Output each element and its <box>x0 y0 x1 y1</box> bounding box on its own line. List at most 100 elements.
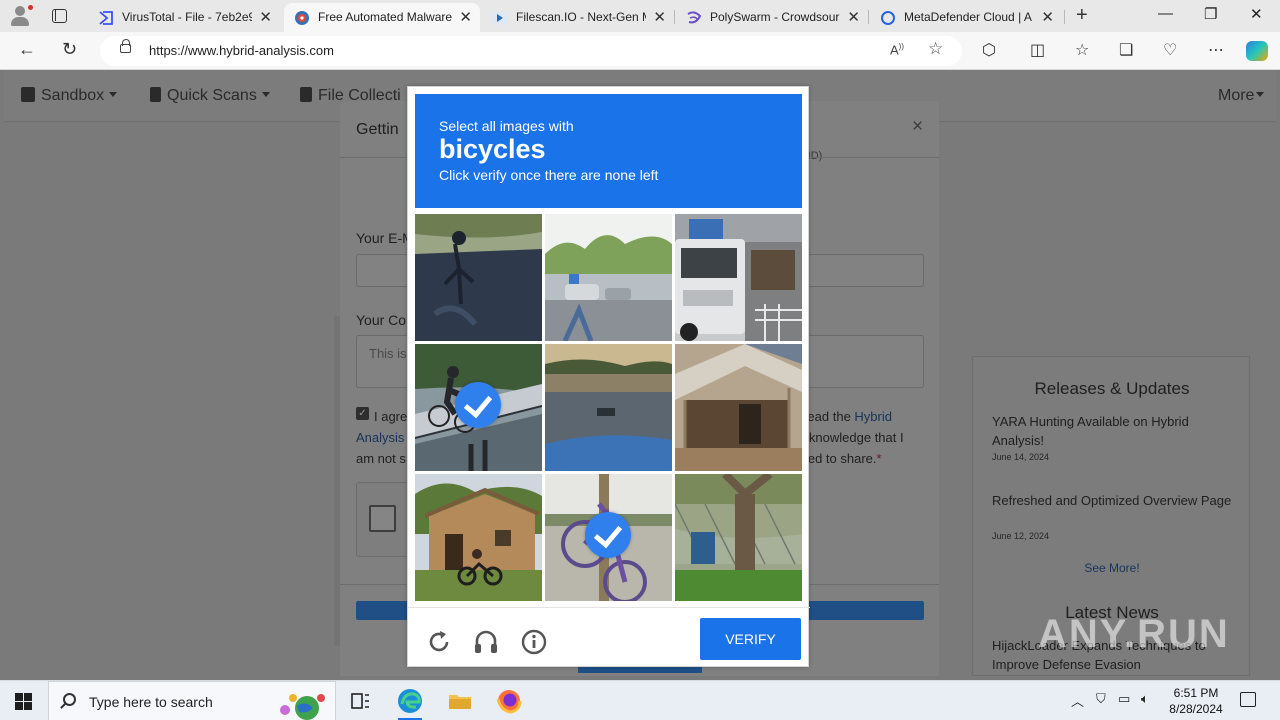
tab-title: Free Automated Malware <box>318 10 452 24</box>
extensions-icon[interactable]: ⬡ <box>982 40 996 60</box>
favorite-star-icon[interactable]: ☆ <box>928 39 943 59</box>
nav-quick-scans-label: Quick Scans <box>167 87 257 104</box>
filescan-icon <box>492 10 508 26</box>
notifications-icon[interactable] <box>1240 692 1256 707</box>
show-hidden-icons-icon[interactable]: ︿ <box>1071 691 1084 710</box>
see-more-link[interactable]: See More! <box>973 561 1251 575</box>
modal-title: Gettin <box>356 121 399 138</box>
tab-actions-icon[interactable] <box>52 9 67 23</box>
search-icon <box>63 693 76 706</box>
close-window-icon[interactable]: ✕ <box>1250 5 1263 23</box>
edge-icon[interactable] <box>396 687 424 715</box>
firefox-icon[interactable] <box>495 687 523 715</box>
file-explorer-icon[interactable] <box>446 687 474 715</box>
tab-separator <box>674 10 675 24</box>
copilot-icon[interactable] <box>1246 41 1268 61</box>
chevron-down-icon <box>1256 92 1265 97</box>
modal-close-icon[interactable]: × <box>912 116 923 138</box>
required-mark: * <box>876 451 882 466</box>
volume-icon[interactable]: 🔈︎ <box>1141 691 1149 707</box>
captcha-tile-street-with-vehicle[interactable] <box>545 344 672 471</box>
clock-time: 6:51 PM <box>1173 686 1219 700</box>
nav-more-label: More <box>1218 87 1255 104</box>
captcha-prompt-line: Select all images with <box>439 118 574 134</box>
search-placeholder: Type here to search <box>89 694 213 710</box>
browser-essentials-icon[interactable]: ♡ <box>1163 40 1177 60</box>
anyrun-watermark: ANY.RUN <box>1038 612 1230 656</box>
favorites-icon[interactable]: ☆ <box>1075 40 1089 60</box>
close-tab-icon[interactable]: ✕ <box>459 8 472 26</box>
tab-title: VirusTotal - File - 7eb2e9 <box>122 10 252 24</box>
email-label: Your E-M <box>356 230 414 246</box>
captcha-tile-covered-patio[interactable] <box>675 344 802 471</box>
release-item-date: June 12, 2024 <box>992 531 1050 541</box>
tab-hybrid-analysis[interactable]: Free Automated Malware ✕ <box>284 3 480 32</box>
close-tab-icon[interactable]: ✕ <box>1041 8 1054 26</box>
close-tab-icon[interactable]: ✕ <box>259 8 272 26</box>
captcha-tile-parking-lot[interactable] <box>545 214 672 341</box>
captcha-tile-bicycle-on-pole[interactable] <box>545 474 672 601</box>
close-tab-icon[interactable]: ✕ <box>653 8 666 26</box>
agree-text-part: cknowledge that I <box>802 430 904 445</box>
more-menu-icon[interactable]: ⋯ <box>1208 40 1224 60</box>
windows-start-icon[interactable] <box>15 693 32 710</box>
address-bar[interactable]: https://www.hybrid-analysis.com A)) ☆ <box>100 36 962 66</box>
tab-polyswarm[interactable]: PolySwarm - Crowdsour ✕ <box>676 3 868 32</box>
nav-sandbox-label: Sandbox <box>41 87 105 104</box>
read-aloud-icon[interactable]: A)) <box>890 42 904 57</box>
collections-icon[interactable]: ❏ <box>1119 40 1133 60</box>
captcha-tile-shadow-on-asphalt[interactable] <box>415 214 542 341</box>
captcha-tile-house-with-motorcycle[interactable] <box>415 474 542 601</box>
info-icon[interactable] <box>520 628 548 656</box>
selected-check-icon <box>455 382 501 428</box>
refresh-icon[interactable] <box>425 628 453 656</box>
cube-icon <box>21 87 35 102</box>
verify-button[interactable]: VERIFY <box>700 618 801 660</box>
release-item-date: June 14, 2024 <box>992 452 1050 462</box>
metadefender-icon <box>880 10 896 26</box>
captcha-prompt: Select all images with bicycles Click ve… <box>415 94 802 208</box>
taskbar-clock[interactable]: 6:51 PM 8/28/2024 <box>1158 685 1234 717</box>
browser-tab-bar: VirusTotal - File - 7eb2e9 ✕ Free Automa… <box>0 0 1280 32</box>
hybrid-analysis-link[interactable]: Hybrid <box>854 409 892 424</box>
close-tab-icon[interactable]: ✕ <box>847 8 860 26</box>
network-icon[interactable]: ▭ <box>1118 691 1130 707</box>
captcha-tile-person-on-bicycle-bridge[interactable] <box>415 344 542 471</box>
nav-more[interactable]: More <box>1218 87 1265 105</box>
url-text[interactable]: https://www.hybrid-analysis.com <box>149 43 334 58</box>
lock-icon[interactable] <box>120 39 131 53</box>
audio-icon[interactable] <box>472 628 500 656</box>
split-screen-icon[interactable]: ◫ <box>1030 40 1045 60</box>
hybrid-analysis-link[interactable]: Analysis <box>356 430 404 445</box>
profile-avatar-icon[interactable] <box>8 4 34 28</box>
captcha-challenge: Select all images with bicycles Click ve… <box>407 86 810 667</box>
captcha-tile-truck[interactable] <box>675 214 802 341</box>
agree-text-part: I agre <box>374 409 408 424</box>
new-tab-icon[interactable]: + <box>1076 4 1088 27</box>
restore-icon[interactable]: ❐ <box>1204 5 1217 23</box>
agree-text-part: am not s <box>356 451 406 466</box>
clock-date: 8/28/2024 <box>1169 702 1223 716</box>
captcha-tile-tree-and-fence[interactable] <box>675 474 802 601</box>
taskbar-search[interactable]: Type here to search <box>48 681 336 720</box>
chevron-down-icon <box>109 92 118 97</box>
tab-title: PolySwarm - Crowdsour <box>710 10 840 24</box>
nav-sandbox[interactable]: Sandbox <box>21 87 118 105</box>
refresh-page-icon[interactable]: ↻ <box>62 39 77 60</box>
search-highlight-icon <box>277 688 329 720</box>
nav-quick-scans[interactable]: Quick Scans <box>150 87 270 105</box>
comment-placeholder: This is <box>369 346 407 361</box>
back-icon[interactable]: ← <box>18 39 36 60</box>
tab-metadefender[interactable]: MetaDefender Cloud | A ✕ <box>870 3 1062 32</box>
tab-title: MetaDefender Cloud | A <box>904 10 1032 24</box>
tab-filescan[interactable]: Filescan.IO - Next-Gen M ✕ <box>482 3 674 32</box>
release-item-title[interactable]: Refreshed and Optimized Overview Page <box>992 491 1232 510</box>
hybrid-analysis-icon <box>294 10 310 26</box>
captcha-checkbox[interactable] <box>369 505 396 532</box>
tab-virustotal[interactable]: VirusTotal - File - 7eb2e9 ✕ <box>88 3 280 32</box>
captcha-instruction: Click verify once there are none left <box>439 167 659 183</box>
security-icon[interactable]: ⛉ <box>1096 691 1106 707</box>
release-item-title[interactable]: YARA Hunting Available on Hybrid Analysi… <box>992 412 1232 450</box>
minimize-icon[interactable]: — <box>1158 5 1173 22</box>
task-view-icon[interactable] <box>346 687 374 715</box>
